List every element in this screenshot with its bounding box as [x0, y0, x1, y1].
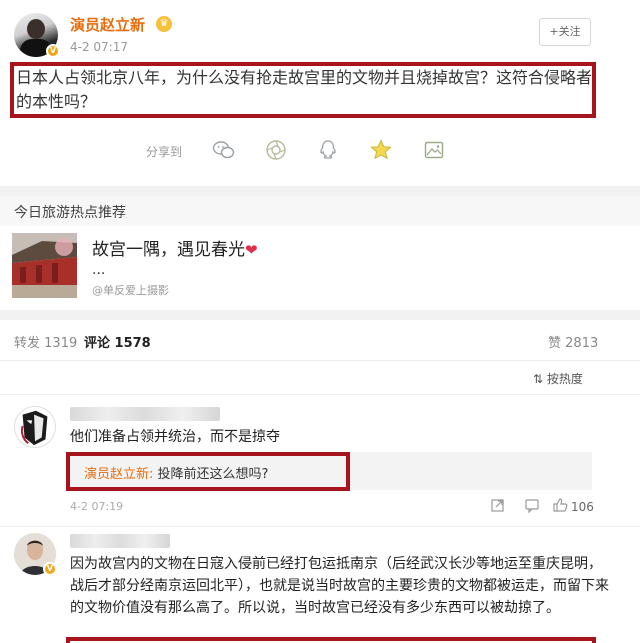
comment-time: 4-2 07:19	[70, 500, 124, 513]
comment-text: 因为故宫内的文物在日寇入侵前已经打包运抵南京（后经武汉长沙等地运至重庆昆明，战后…	[70, 556, 609, 616]
hot-thumbnail[interactable]	[12, 233, 77, 298]
member-crown-icon: ♛	[156, 16, 172, 32]
wechat-icon[interactable]	[212, 138, 236, 162]
image-share-icon[interactable]	[422, 138, 446, 162]
post-time: 4-2 07:17	[70, 40, 128, 54]
tab-likes-label: 赞	[548, 336, 562, 351]
comment-icon[interactable]	[524, 497, 540, 513]
tab-comments[interactable]: 评论 1578	[84, 332, 151, 351]
tab-repost-count: 1319	[44, 336, 78, 351]
qzone-star-icon[interactable]	[369, 138, 393, 162]
hot-heading-text: 故宫一隅，遇见春光	[92, 240, 245, 260]
share-label: 分享到	[146, 145, 183, 159]
tab-repost-label: 转发	[14, 336, 41, 351]
heart-icon: ❤	[245, 241, 258, 259]
tabs-divider	[0, 360, 640, 361]
tab-comments-count: 1578	[114, 336, 151, 351]
hot-ellipsis: ...	[92, 262, 106, 278]
verified-badge-icon: V	[46, 44, 60, 58]
sort-divider	[0, 394, 640, 395]
repost-icon[interactable]	[490, 497, 506, 513]
moments-icon[interactable]	[264, 138, 288, 162]
comment-like-count: 106	[571, 500, 594, 514]
hot-section-title: 今日旅游热点推荐	[14, 205, 126, 221]
reply-author[interactable]: 演员赵立新:	[84, 467, 153, 482]
tab-likes-count: 2813	[565, 336, 599, 351]
author-name[interactable]: 演员赵立新	[70, 14, 145, 35]
reply: 演员赵立新: 投降前还这么想吗?	[84, 463, 268, 482]
like-icon[interactable]	[552, 497, 568, 513]
post-text: 日本人占领北京八年，为什么没有抢走故宫里的文物并且烧掉故宫？这符合侵略者的本性吗…	[16, 68, 593, 111]
tab-repost[interactable]: 转发 1319	[14, 332, 77, 351]
commenter-name-blurred	[70, 407, 220, 421]
sort-label: 按热度	[546, 372, 583, 386]
sort-button[interactable]: ⇅ 按热度	[533, 370, 583, 387]
highlight-box	[66, 637, 596, 643]
follow-button[interactable]: +关注	[539, 18, 591, 46]
commenter-avatar[interactable]	[14, 406, 56, 448]
hot-heading[interactable]: 故宫一隅，遇见春光❤	[92, 235, 258, 260]
tab-likes[interactable]: 赞 2813	[548, 332, 598, 351]
tab-comments-label: 评论	[84, 336, 111, 351]
verified-badge-icon: V	[43, 562, 57, 576]
comment-divider	[0, 526, 640, 527]
reply-text: 投降前还这么想吗?	[153, 467, 269, 482]
sort-icon: ⇅	[533, 372, 544, 386]
hot-source[interactable]: @单反爱上摄影	[92, 282, 169, 298]
commenter-name-blurred	[70, 534, 170, 548]
comment-text: 他们准备占领并统治，而不是掠夺	[70, 429, 280, 445]
qq-icon[interactable]	[316, 138, 340, 162]
